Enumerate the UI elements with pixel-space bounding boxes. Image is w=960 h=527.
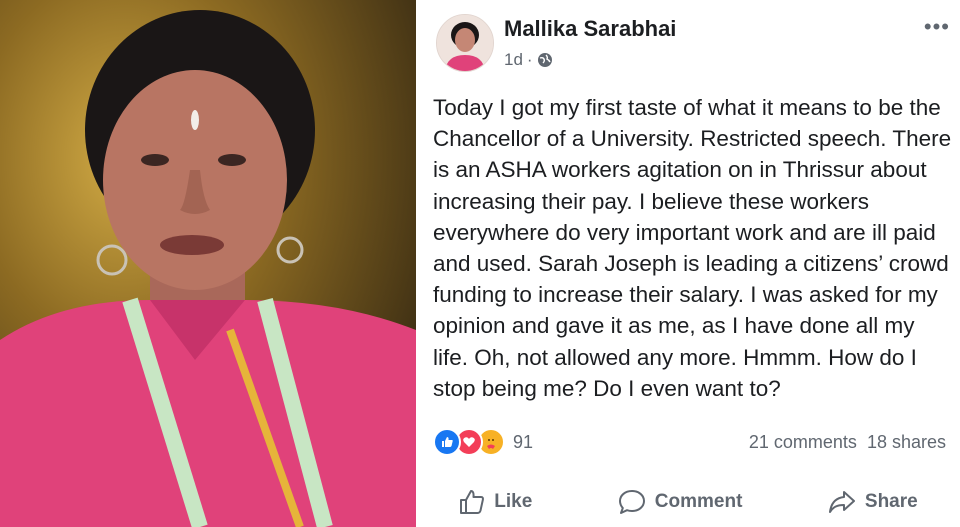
avatar[interactable] <box>436 14 494 72</box>
avatar-icon <box>437 15 493 71</box>
comment-button[interactable]: Comment <box>617 488 743 516</box>
comments-count[interactable]: 21 comments <box>749 432 857 453</box>
like-button[interactable]: Like <box>458 488 532 516</box>
more-options-button[interactable]: ••• <box>924 14 950 40</box>
post-photo[interactable] <box>0 0 416 527</box>
post-meta: 1d · <box>504 50 553 70</box>
shares-count[interactable]: 18 shares <box>867 432 946 453</box>
reaction-count: 91 <box>513 431 534 452</box>
facebook-post: Mallika Sarabhai 1d · ••• Today I got my… <box>416 0 960 527</box>
share-arrow-icon <box>827 488 857 516</box>
portrait-image <box>0 0 416 527</box>
like-icon <box>433 428 461 456</box>
author-name[interactable]: Mallika Sarabhai <box>504 16 676 42</box>
post-text: Today I got my first taste of what it me… <box>433 95 952 401</box>
like-label: Like <box>494 491 533 512</box>
reactions-summary[interactable]: 91 <box>433 428 533 456</box>
thumbs-up-icon <box>458 488 486 516</box>
engagement-stats: 21 comments 18 shares <box>749 432 946 453</box>
meta-separator: · <box>526 50 533 69</box>
share-button[interactable]: Share <box>827 488 918 516</box>
post-time[interactable]: 1d <box>504 50 523 70</box>
comment-label: Comment <box>654 491 743 512</box>
share-label: Share <box>864 491 918 512</box>
globe-icon <box>537 52 553 68</box>
action-bar: Like Comment Share <box>416 480 960 524</box>
comment-bubble-icon <box>617 488 647 516</box>
